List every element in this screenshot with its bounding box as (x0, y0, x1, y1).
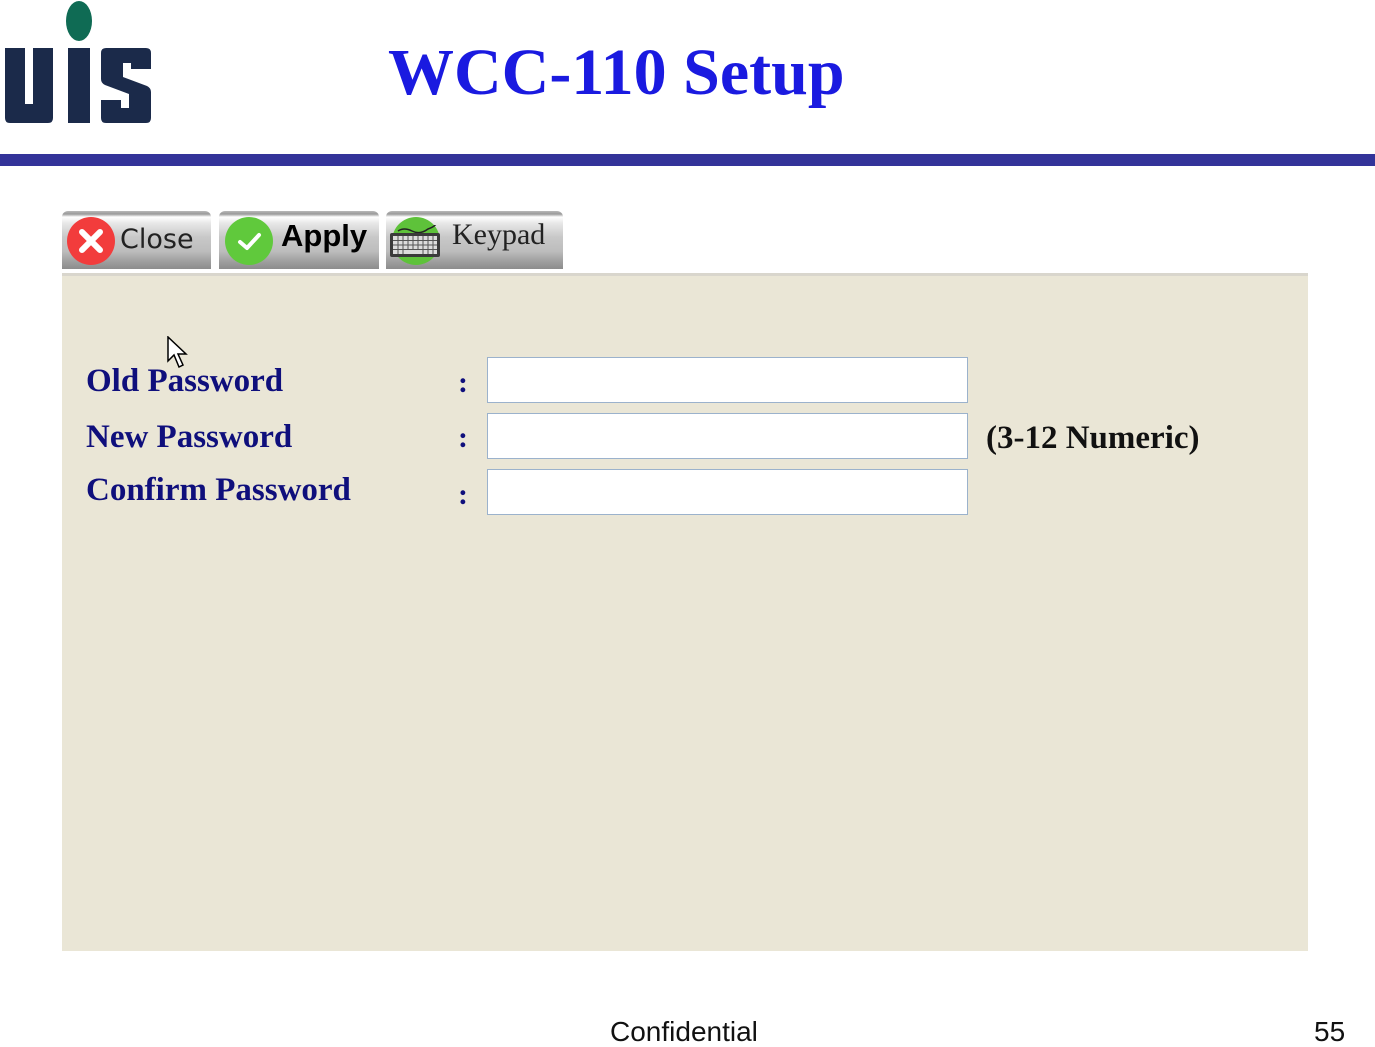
close-x-icon (67, 217, 115, 265)
footer-confidential: Confidential (610, 1016, 758, 1047)
confirm-password-label: Confirm Password (86, 472, 351, 508)
uis-logo (5, 1, 151, 123)
logo-letter-s (101, 48, 151, 123)
slide-title: WCC-110 Setup (388, 36, 845, 109)
new-password-input[interactable] (487, 413, 968, 459)
logo-letter-i (68, 48, 90, 123)
old-password-label: Old Password (86, 363, 284, 399)
close-button-label: Close (120, 224, 194, 255)
close-button[interactable]: Close (62, 211, 211, 269)
logo-letter-u (5, 48, 53, 123)
confirm-password-colon: : (458, 478, 468, 511)
new-password-colon: : (458, 421, 468, 454)
check-icon (225, 217, 273, 265)
password-format-hint: (3-12 Numeric) (986, 420, 1200, 456)
keypad-button-label: Keypad (452, 218, 546, 251)
old-password-input[interactable] (487, 357, 968, 403)
password-panel: Old Password : New Password : (3-12 Nume… (62, 273, 1308, 951)
logo-dot (66, 1, 92, 41)
keyboard-icon (390, 225, 440, 257)
apply-button[interactable]: Apply (219, 211, 379, 269)
confirm-password-input[interactable] (487, 469, 968, 515)
title-divider (0, 154, 1375, 166)
keypad-button[interactable]: Keypad (386, 211, 563, 269)
apply-button-label: Apply (281, 218, 368, 253)
new-password-label: New Password (86, 419, 293, 455)
old-password-colon: : (458, 366, 468, 399)
page-number: 55 (1314, 1016, 1346, 1047)
